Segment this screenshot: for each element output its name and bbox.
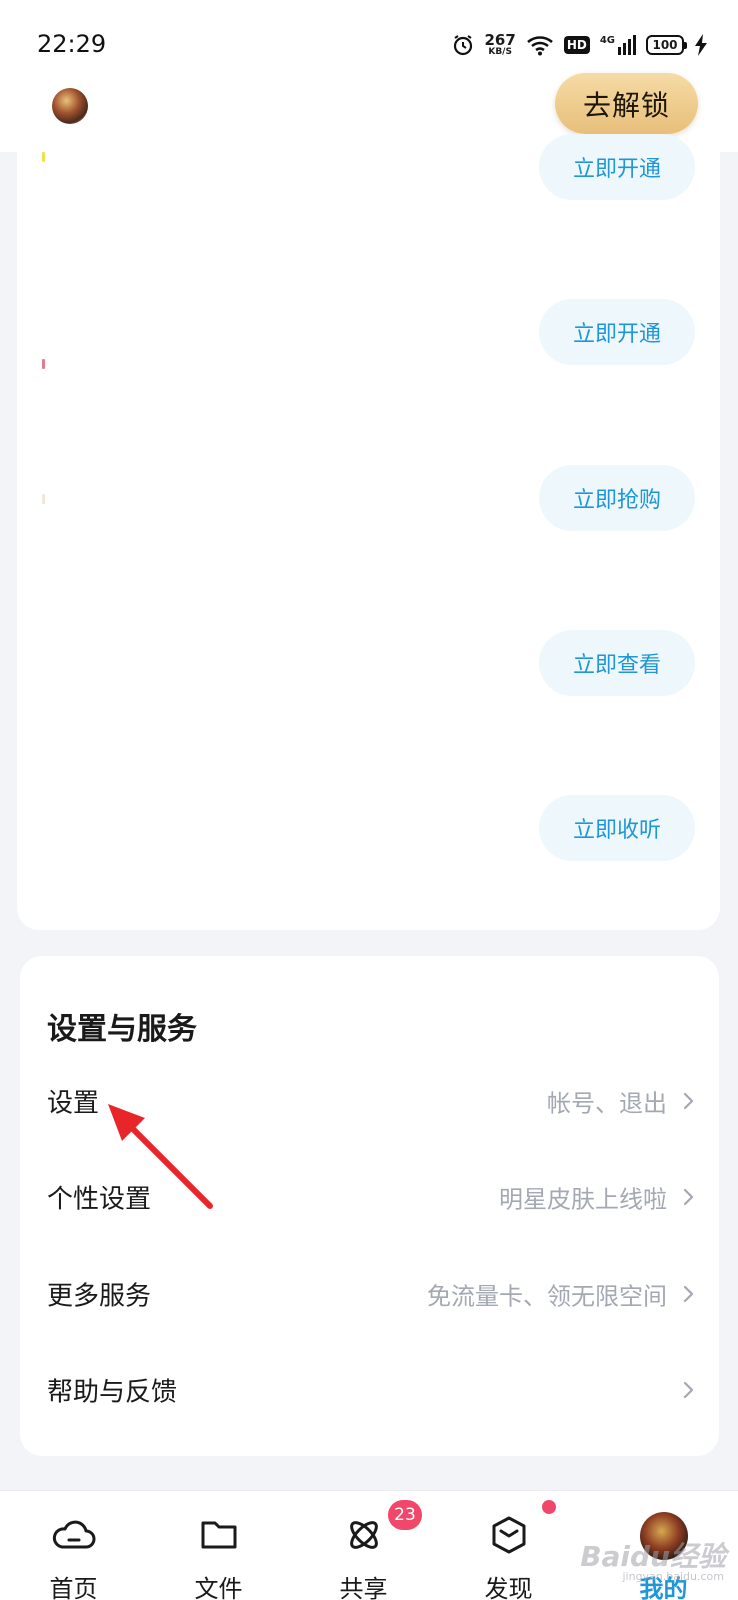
view-now-button[interactable]: 立即查看 xyxy=(539,630,695,696)
settings-services-card: 设置与服务 设置 帐号、退出 个性设置 明星皮肤上线啦 更多服务 免流量卡、领无… xyxy=(20,956,719,1456)
cube-discover-icon xyxy=(492,1516,525,1554)
personalization-row-hint: 明星皮肤上线啦 xyxy=(499,1185,667,1214)
chevron-right-icon xyxy=(683,1381,694,1399)
buy-now-button[interactable]: 立即抢购 xyxy=(539,465,695,531)
network-speed-value: 267 xyxy=(484,31,516,49)
cloud-home-icon xyxy=(52,1520,95,1549)
decoration-dot xyxy=(42,359,45,369)
nav-label-discover: 发现 xyxy=(484,1575,533,1600)
network-speed-unit: KB/S xyxy=(488,47,512,57)
battery-level: 100 xyxy=(652,38,678,52)
more-services-row-label: 更多服务 xyxy=(47,1281,152,1312)
cellular-signal-icon: 4G xyxy=(600,35,636,55)
settings-row-label: 设置 xyxy=(47,1088,100,1119)
nav-item-files[interactable]: 文件 xyxy=(145,1491,292,1600)
alarm-icon xyxy=(453,35,472,56)
personalization-row-label: 个性设置 xyxy=(47,1184,152,1215)
personalization-row[interactable]: 个性设置 明星皮肤上线啦 xyxy=(20,1149,719,1245)
chevron-right-icon xyxy=(683,1285,694,1303)
decoration-dot xyxy=(42,494,45,504)
help-feedback-row-label: 帮助与反馈 xyxy=(47,1377,178,1408)
section-title: 设置与服务 xyxy=(47,1012,197,1047)
nav-label-share: 共享 xyxy=(339,1575,388,1600)
status-icons: 267 KB/S HD 4G 100 xyxy=(451,30,709,60)
battery-icon: 100 xyxy=(646,35,687,55)
share-atom-icon xyxy=(349,1521,378,1549)
nav-label-files: 文件 xyxy=(194,1575,243,1600)
folder-icon xyxy=(201,1521,236,1549)
listen-now-button[interactable]: 立即收听 xyxy=(539,795,695,861)
help-feedback-row[interactable]: 帮助与反馈 xyxy=(20,1342,719,1438)
unlock-button[interactable]: 去解锁 xyxy=(555,73,698,134)
chevron-right-icon xyxy=(683,1092,694,1110)
more-services-row[interactable]: 更多服务 免流量卡、领无限空间 xyxy=(20,1246,719,1342)
network-type: 4G xyxy=(599,35,615,46)
discover-notification-dot xyxy=(542,1500,556,1514)
activate-button[interactable]: 立即开通 xyxy=(539,134,695,200)
activate-button[interactable]: 立即开通 xyxy=(539,299,695,365)
more-services-row-hint: 免流量卡、领无限空间 xyxy=(427,1282,667,1311)
nav-item-discover[interactable]: 发现 xyxy=(435,1491,582,1600)
watermark-url: jingyan.baidu.com xyxy=(622,1570,724,1583)
hd-icon: HD xyxy=(563,36,590,54)
nav-item-home[interactable]: 首页 xyxy=(0,1491,147,1600)
network-speed: 267 KB/S xyxy=(485,33,516,57)
share-count-badge: 23 xyxy=(388,1500,422,1530)
decoration-dot xyxy=(42,152,45,162)
settings-row-hint: 帐号、退出 xyxy=(547,1089,667,1118)
avatar[interactable] xyxy=(52,88,88,124)
nav-label-home: 首页 xyxy=(49,1575,98,1600)
charging-bolt-icon xyxy=(695,34,707,56)
watermark: Baidu经验 xyxy=(580,1540,726,1573)
chevron-right-icon xyxy=(683,1188,694,1206)
settings-row[interactable]: 设置 帐号、退出 xyxy=(20,1053,719,1149)
status-time: 22:29 xyxy=(37,30,107,58)
member-services-card: 立即开通 立即开通 立即抢购 立即查看 立即收听 xyxy=(17,134,720,930)
wifi-icon xyxy=(526,36,553,56)
